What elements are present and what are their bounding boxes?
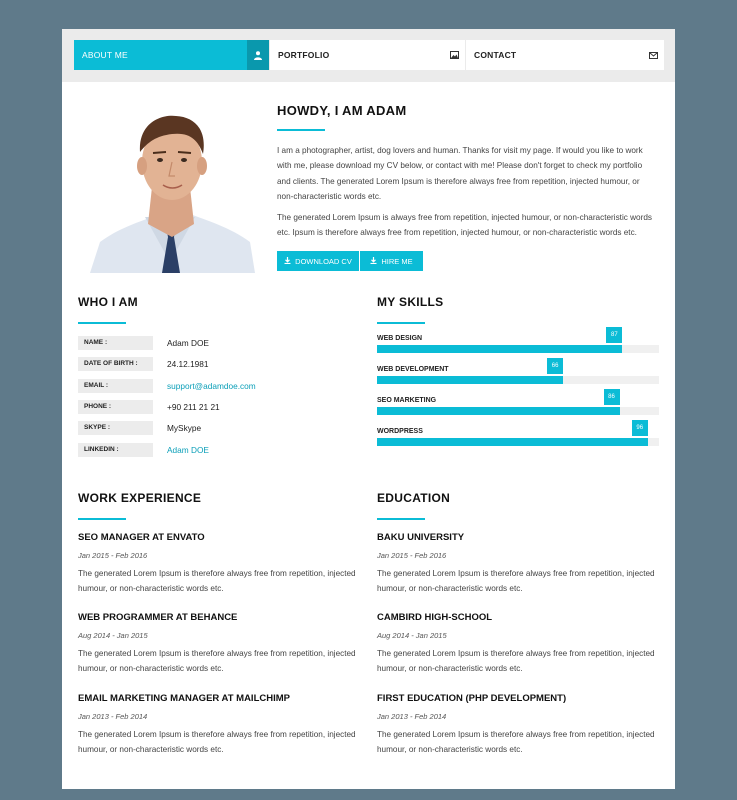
download-icon xyxy=(370,256,377,266)
work-item-desc: The generated Lorem Ipsum is therefore a… xyxy=(78,730,356,754)
info-value: 24.12.1981 xyxy=(167,359,209,369)
linkedin-link[interactable]: Adam DOE xyxy=(167,443,209,457)
skill-name: WORDPRESS xyxy=(377,428,423,435)
education-item-desc: The generated Lorem Ipsum is therefore a… xyxy=(377,730,655,754)
profile-photo xyxy=(90,102,255,273)
tab-label: CONTACT xyxy=(474,50,517,60)
image-icon xyxy=(443,40,465,70)
tab-about-me[interactable]: ABOUT ME xyxy=(74,40,269,70)
work-item-date: Aug 2014 - Jan 2015 xyxy=(78,631,148,640)
info-value: Adam DOE xyxy=(167,338,209,348)
tab-contact[interactable]: CONTACT xyxy=(466,40,664,70)
download-cv-label: DOWNLOAD CV xyxy=(295,256,352,266)
skill-bar xyxy=(377,345,659,353)
info-key: NAME : xyxy=(78,336,153,350)
work-item-title: EMAIL MARKETING MANAGER AT MAILCHIMP xyxy=(78,693,290,704)
education-item-desc: The generated Lorem Ipsum is therefore a… xyxy=(377,649,655,673)
work-item-desc: The generated Lorem Ipsum is therefore a… xyxy=(78,649,356,673)
work-item-desc: The generated Lorem Ipsum is therefore a… xyxy=(78,569,356,593)
skill-bar xyxy=(377,376,659,384)
skill-bar-fill xyxy=(377,438,648,446)
info-row-email: EMAIL : support@adamdoe.com xyxy=(78,379,338,393)
education-item-title: CAMBIRD HIGH-SCHOOL xyxy=(377,612,493,623)
skill-name: WEB DESIGN xyxy=(377,335,423,342)
info-key: DATE OF BIRTH : xyxy=(78,357,153,371)
education-item-date: Jan 2013 - Feb 2014 xyxy=(377,712,447,721)
skill-name: SEO MARKETING xyxy=(377,397,437,404)
education-title: EDUCATION xyxy=(377,491,451,505)
info-key: LINKEDIN : xyxy=(78,443,153,457)
user-icon xyxy=(247,40,269,70)
profile-text: The generated Lorem Ipsum is always free… xyxy=(277,213,652,238)
info-key: PHONE : xyxy=(78,400,153,414)
work-item-date: Jan 2015 - Feb 2016 xyxy=(78,551,148,560)
profile-heading: HOWDY, I AM ADAM xyxy=(277,103,407,118)
education-item-title: FIRST EDUCATION (PHP DEVELOPMENT) xyxy=(377,693,567,704)
education-item-date: Aug 2014 - Jan 2015 xyxy=(377,631,447,640)
work-experience-title: WORK EXPERIENCE xyxy=(78,491,202,505)
skill-bar xyxy=(377,407,659,415)
section-underline xyxy=(377,518,425,520)
info-row-skype: SKYPE : MySkype xyxy=(78,421,338,435)
envelope-icon xyxy=(642,40,664,70)
heading-underline xyxy=(277,129,325,131)
skill-percent-badge: 66 xyxy=(547,358,564,374)
hire-me-label: HIRE ME xyxy=(381,256,413,266)
resume-card: ABOUT ME PORTFOLIO CONTACT HOWDY, I AM A… xyxy=(62,29,675,789)
skill-bar-fill xyxy=(377,376,564,384)
work-item-title: SEO MANAGER AT ENVATO xyxy=(78,532,205,543)
education-item-date: Jan 2015 - Feb 2016 xyxy=(377,551,447,560)
hire-me-button[interactable]: HIRE ME xyxy=(360,251,423,271)
info-row-name: NAME : Adam DOE xyxy=(78,336,338,350)
who-i-am-title: WHO I AM xyxy=(78,295,138,309)
education-item-title: BAKU UNIVERSITY xyxy=(377,532,465,543)
skill-percent-badge: 87 xyxy=(606,327,623,343)
download-cv-button[interactable]: DOWNLOAD CV xyxy=(277,251,359,271)
skill-bar xyxy=(377,438,659,446)
skill-percent-badge: 96 xyxy=(631,420,648,436)
education-item-desc: The generated Lorem Ipsum is therefore a… xyxy=(377,569,655,593)
section-underline xyxy=(78,518,126,520)
info-key: SKYPE : xyxy=(78,421,153,435)
email-link[interactable]: support@adamdoe.com xyxy=(167,379,256,393)
top-nav: ABOUT ME PORTFOLIO CONTACT xyxy=(62,29,675,82)
work-item-title: WEB PROGRAMMER AT BEHANCE xyxy=(78,612,238,623)
profile-intro: I am a photographer, artist, dog lovers … xyxy=(277,146,643,202)
info-key: EMAIL : xyxy=(78,379,153,393)
skill-bar-fill xyxy=(377,407,620,415)
download-icon xyxy=(284,256,291,266)
info-row-birth: DATE OF BIRTH : 24.12.1981 xyxy=(78,357,338,371)
section-underline xyxy=(377,322,425,324)
info-row-phone: PHONE : +90 211 21 21 xyxy=(78,400,338,414)
info-value: MySkype xyxy=(167,423,202,433)
info-value: +90 211 21 21 xyxy=(167,402,220,412)
work-item-date: Jan 2013 - Feb 2014 xyxy=(78,712,148,721)
tab-label: ABOUT ME xyxy=(82,50,128,60)
info-row-linkedin: LINKEDIN : Adam DOE xyxy=(78,443,338,457)
skill-percent-badge: 86 xyxy=(603,389,620,405)
my-skills-title: MY SKILLS xyxy=(377,295,444,309)
skill-bar-fill xyxy=(377,345,623,353)
tab-label: PORTFOLIO xyxy=(278,50,330,60)
skill-name: WEB DEVELOPMENT xyxy=(377,366,449,373)
tab-portfolio[interactable]: PORTFOLIO xyxy=(270,40,465,70)
section-underline xyxy=(78,322,126,324)
